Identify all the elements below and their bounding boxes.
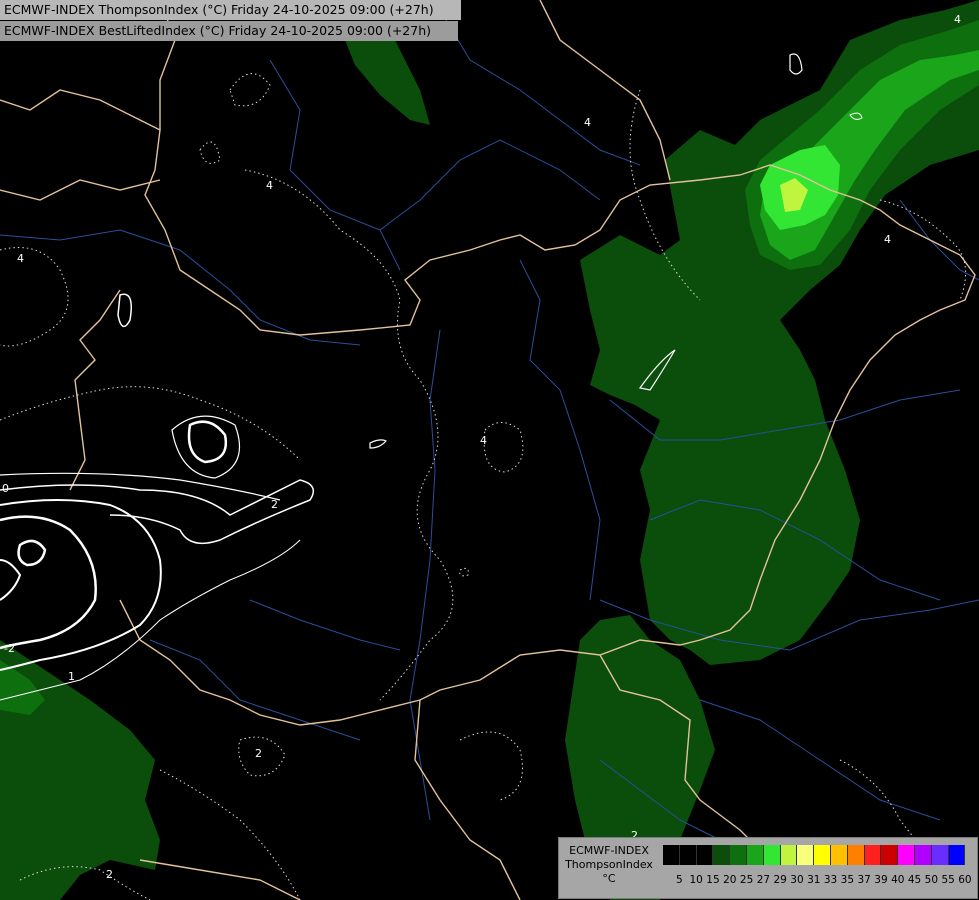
contour-label: 2 xyxy=(271,498,278,511)
contour-label: 2 xyxy=(106,868,113,881)
legend-swatch xyxy=(763,845,781,865)
legend-level-label: 30 xyxy=(790,874,804,886)
legend-swatches xyxy=(663,845,966,865)
legend-swatch xyxy=(864,845,882,865)
legend-level-label: 29 xyxy=(773,874,787,886)
contour-label: 4 xyxy=(266,179,273,192)
legend-level-label: 50 xyxy=(924,874,939,886)
contour-label: 0 xyxy=(2,482,9,495)
contour-label: 4 xyxy=(480,434,487,447)
header-thompson-index: ECMWF-INDEX ThompsonIndex (°C) Friday 24… xyxy=(0,0,461,20)
legend-swatch xyxy=(730,845,747,865)
legend-swatch xyxy=(663,845,680,865)
contour-label: 4 xyxy=(954,13,961,26)
legend-level-label: 33 xyxy=(823,874,838,886)
legend-swatch xyxy=(746,845,764,865)
legend-swatch xyxy=(696,845,714,865)
contour-label: 4 xyxy=(17,252,24,265)
legend-level-label: 40 xyxy=(891,874,905,886)
legend-swatch xyxy=(797,845,815,865)
legend-swatch xyxy=(931,845,949,865)
header-best-lifted-index: ECMWF-INDEX BestLiftedIndex (°C) Friday … xyxy=(0,21,458,41)
legend-swatch xyxy=(847,845,865,865)
contour-label: 4 xyxy=(584,116,591,129)
legend-title: ECMWF-INDEX ThompsonIndex °C xyxy=(563,844,655,886)
color-legend: ECMWF-INDEX ThompsonIndex °C 5 10 15 20 25 27… xyxy=(558,837,978,899)
legend-swatch xyxy=(830,845,848,865)
map-canvas: 4 4 4 4 4 4 2 2 2 2 0 -2 1 xyxy=(0,0,979,900)
legend-level-label: 5 xyxy=(676,874,683,886)
legend-level-label: 60 xyxy=(958,874,972,886)
contour-label: 4 xyxy=(884,233,891,246)
contour-label: 2 xyxy=(255,747,262,760)
contour-label: 1 xyxy=(68,670,75,683)
legend-swatch xyxy=(814,845,831,865)
legend-swatch xyxy=(713,845,731,865)
legend-level-label: 45 xyxy=(907,874,922,886)
legend-level-label: 39 xyxy=(874,874,888,886)
contour-label: -2 xyxy=(4,642,15,655)
legend-level-label: 20 xyxy=(723,874,737,886)
legend-labels: 5 10 15 20 25 27 29 30 31 33 35 37 39 40 45 50 55 60 xyxy=(671,874,973,886)
legend-swatch xyxy=(679,845,697,865)
legend-swatch xyxy=(881,845,899,865)
legend-swatch xyxy=(898,845,915,865)
legend-swatch xyxy=(780,845,798,865)
legend-swatch xyxy=(948,845,966,865)
legend-level-label: 27 xyxy=(756,874,771,886)
legend-level-label: 55 xyxy=(941,874,955,886)
legend-swatch xyxy=(914,845,932,865)
legend-level-label: 25 xyxy=(739,874,754,886)
legend-level-label: 10 xyxy=(689,874,703,886)
legend-level-label: 31 xyxy=(807,874,821,886)
legend-level-label: 15 xyxy=(706,874,720,886)
legend-parameter: ThompsonIndex xyxy=(565,858,653,871)
legend-model: ECMWF-INDEX xyxy=(569,844,649,857)
legend-level-label: 35 xyxy=(840,874,855,886)
legend-unit: °C xyxy=(602,872,616,885)
legend-level-label: 37 xyxy=(857,874,871,886)
